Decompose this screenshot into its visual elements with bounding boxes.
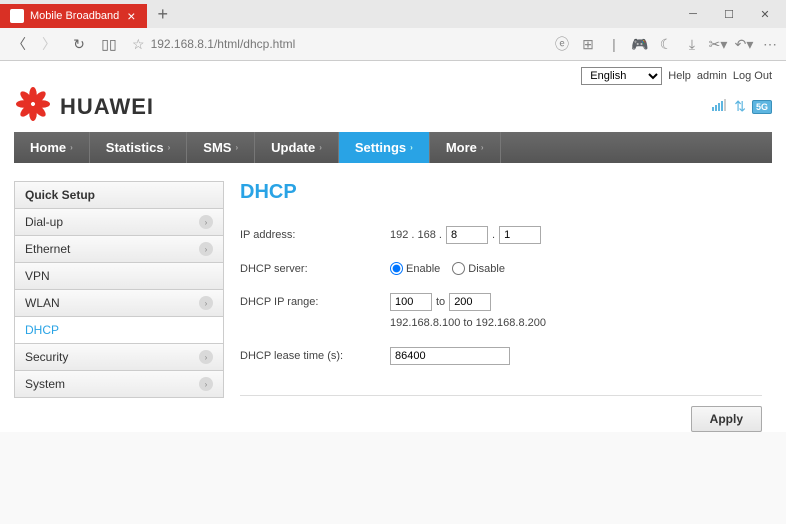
sidebar-item-system[interactable]: System› xyxy=(14,371,224,398)
minimize-button[interactable]: ─ xyxy=(676,3,710,25)
nav-statistics[interactable]: Statistics› xyxy=(90,132,187,163)
tab-title: Mobile Broadband xyxy=(30,10,119,22)
lease-time-input[interactable] xyxy=(390,347,510,365)
ip-address-label: IP address: xyxy=(240,229,390,241)
browser-tab-bar: Mobile Broadband × + ─ ☐ ✕ xyxy=(0,0,786,28)
reader-icon[interactable]: ▯▯ xyxy=(96,31,122,57)
help-link[interactable]: Help xyxy=(668,70,691,82)
tab-close-icon[interactable]: × xyxy=(125,8,137,24)
url-text: 192.168.8.1/html/dhcp.html xyxy=(151,37,296,51)
ip-octet3-input[interactable] xyxy=(446,226,488,244)
huawei-flower-icon xyxy=(14,87,52,126)
close-window-button[interactable]: ✕ xyxy=(748,3,782,25)
new-tab-button[interactable]: + xyxy=(147,4,178,25)
browser-nav-bar: 〈 〉 ↻ ▯▯ ☆ 192.168.8.1/html/dhcp.html ⓔ … xyxy=(0,28,786,60)
security-icon[interactable]: ⓔ xyxy=(552,34,572,54)
signal-strength-icon xyxy=(712,97,728,116)
sidebar-item-ethernet[interactable]: Ethernet› xyxy=(14,236,224,263)
range-hint-text: 192.168.8.100 to 192.168.8.200 xyxy=(390,317,762,329)
history-icon[interactable]: ↶▾ xyxy=(734,34,754,54)
sidebar-item-quick-setup[interactable]: Quick Setup xyxy=(14,181,224,209)
logout-link[interactable]: Log Out xyxy=(733,70,772,82)
nav-more[interactable]: More› xyxy=(430,132,501,163)
range-to-text: to xyxy=(436,296,445,308)
sidebar-item-vpn[interactable]: VPN xyxy=(14,263,224,290)
sidebar-item-dialup[interactable]: Dial-up› xyxy=(14,209,224,236)
chevron-right-icon: › xyxy=(199,215,213,229)
chevron-right-icon: › xyxy=(199,242,213,256)
lease-time-label: DHCP lease time (s): xyxy=(240,350,390,362)
gamepad-icon[interactable]: 🎮 xyxy=(630,34,650,54)
page-title: DHCP xyxy=(240,181,762,204)
brand-logo: HUAWEI xyxy=(14,87,154,126)
ip-prefix: 192 . 168 . xyxy=(390,229,442,241)
language-select[interactable]: English xyxy=(581,67,662,85)
separator xyxy=(240,395,762,396)
chevron-right-icon: › xyxy=(199,296,213,310)
range-end-input[interactable] xyxy=(449,293,491,311)
moon-icon[interactable]: ☾ xyxy=(656,34,676,54)
nav-home[interactable]: Home› xyxy=(14,132,90,163)
network-badge-icon: 5G xyxy=(752,100,772,114)
range-start-input[interactable] xyxy=(390,293,432,311)
enable-radio[interactable]: Enable xyxy=(390,262,440,275)
data-transfer-icon: ⇅ xyxy=(734,98,746,115)
status-icons: ⇅ 5G xyxy=(712,97,772,116)
chevron-right-icon: › xyxy=(199,350,213,364)
ip-octet4-input[interactable] xyxy=(499,226,541,244)
nav-update[interactable]: Update› xyxy=(255,132,339,163)
url-bar[interactable]: ☆ 192.168.8.1/html/dhcp.html xyxy=(126,36,548,53)
apply-button[interactable]: Apply xyxy=(691,406,762,432)
chevron-right-icon: › xyxy=(199,377,213,391)
nav-sms[interactable]: SMS› xyxy=(187,132,255,163)
divider-icon: | xyxy=(604,34,624,54)
browser-tab[interactable]: Mobile Broadband × xyxy=(0,4,147,28)
back-button[interactable]: 〈 xyxy=(6,31,32,57)
sidebar: Quick Setup Dial-up› Ethernet› VPN WLAN›… xyxy=(14,181,224,432)
download-icon[interactable]: ⤓ xyxy=(682,34,702,54)
top-utility-bar: English Help admin Log Out xyxy=(14,67,772,87)
scissors-icon[interactable]: ✂▾ xyxy=(708,34,728,54)
maximize-button[interactable]: ☐ xyxy=(712,3,746,25)
dhcp-range-label: DHCP IP range: xyxy=(240,296,390,308)
sidebar-item-wlan[interactable]: WLAN› xyxy=(14,290,224,317)
brand-text: HUAWEI xyxy=(60,94,154,120)
forward-button[interactable]: 〉 xyxy=(36,31,62,57)
grid-icon[interactable]: ⊞ xyxy=(578,34,598,54)
admin-link[interactable]: admin xyxy=(697,70,727,82)
more-icon[interactable]: ⋯ xyxy=(760,34,780,54)
nav-settings[interactable]: Settings› xyxy=(339,132,430,163)
disable-radio[interactable]: Disable xyxy=(452,262,505,275)
sidebar-item-security[interactable]: Security› xyxy=(14,344,224,371)
main-nav: Home› Statistics› SMS› Update› Settings›… xyxy=(14,132,772,163)
main-panel: DHCP IP address: 192 . 168 . . DHCP serv… xyxy=(240,181,772,432)
dhcp-server-label: DHCP server: xyxy=(240,263,390,275)
bookmark-star-icon[interactable]: ☆ xyxy=(132,36,145,53)
reload-button[interactable]: ↻ xyxy=(66,31,92,57)
sidebar-item-dhcp[interactable]: DHCP xyxy=(14,317,224,344)
tab-favicon-icon xyxy=(10,9,24,23)
